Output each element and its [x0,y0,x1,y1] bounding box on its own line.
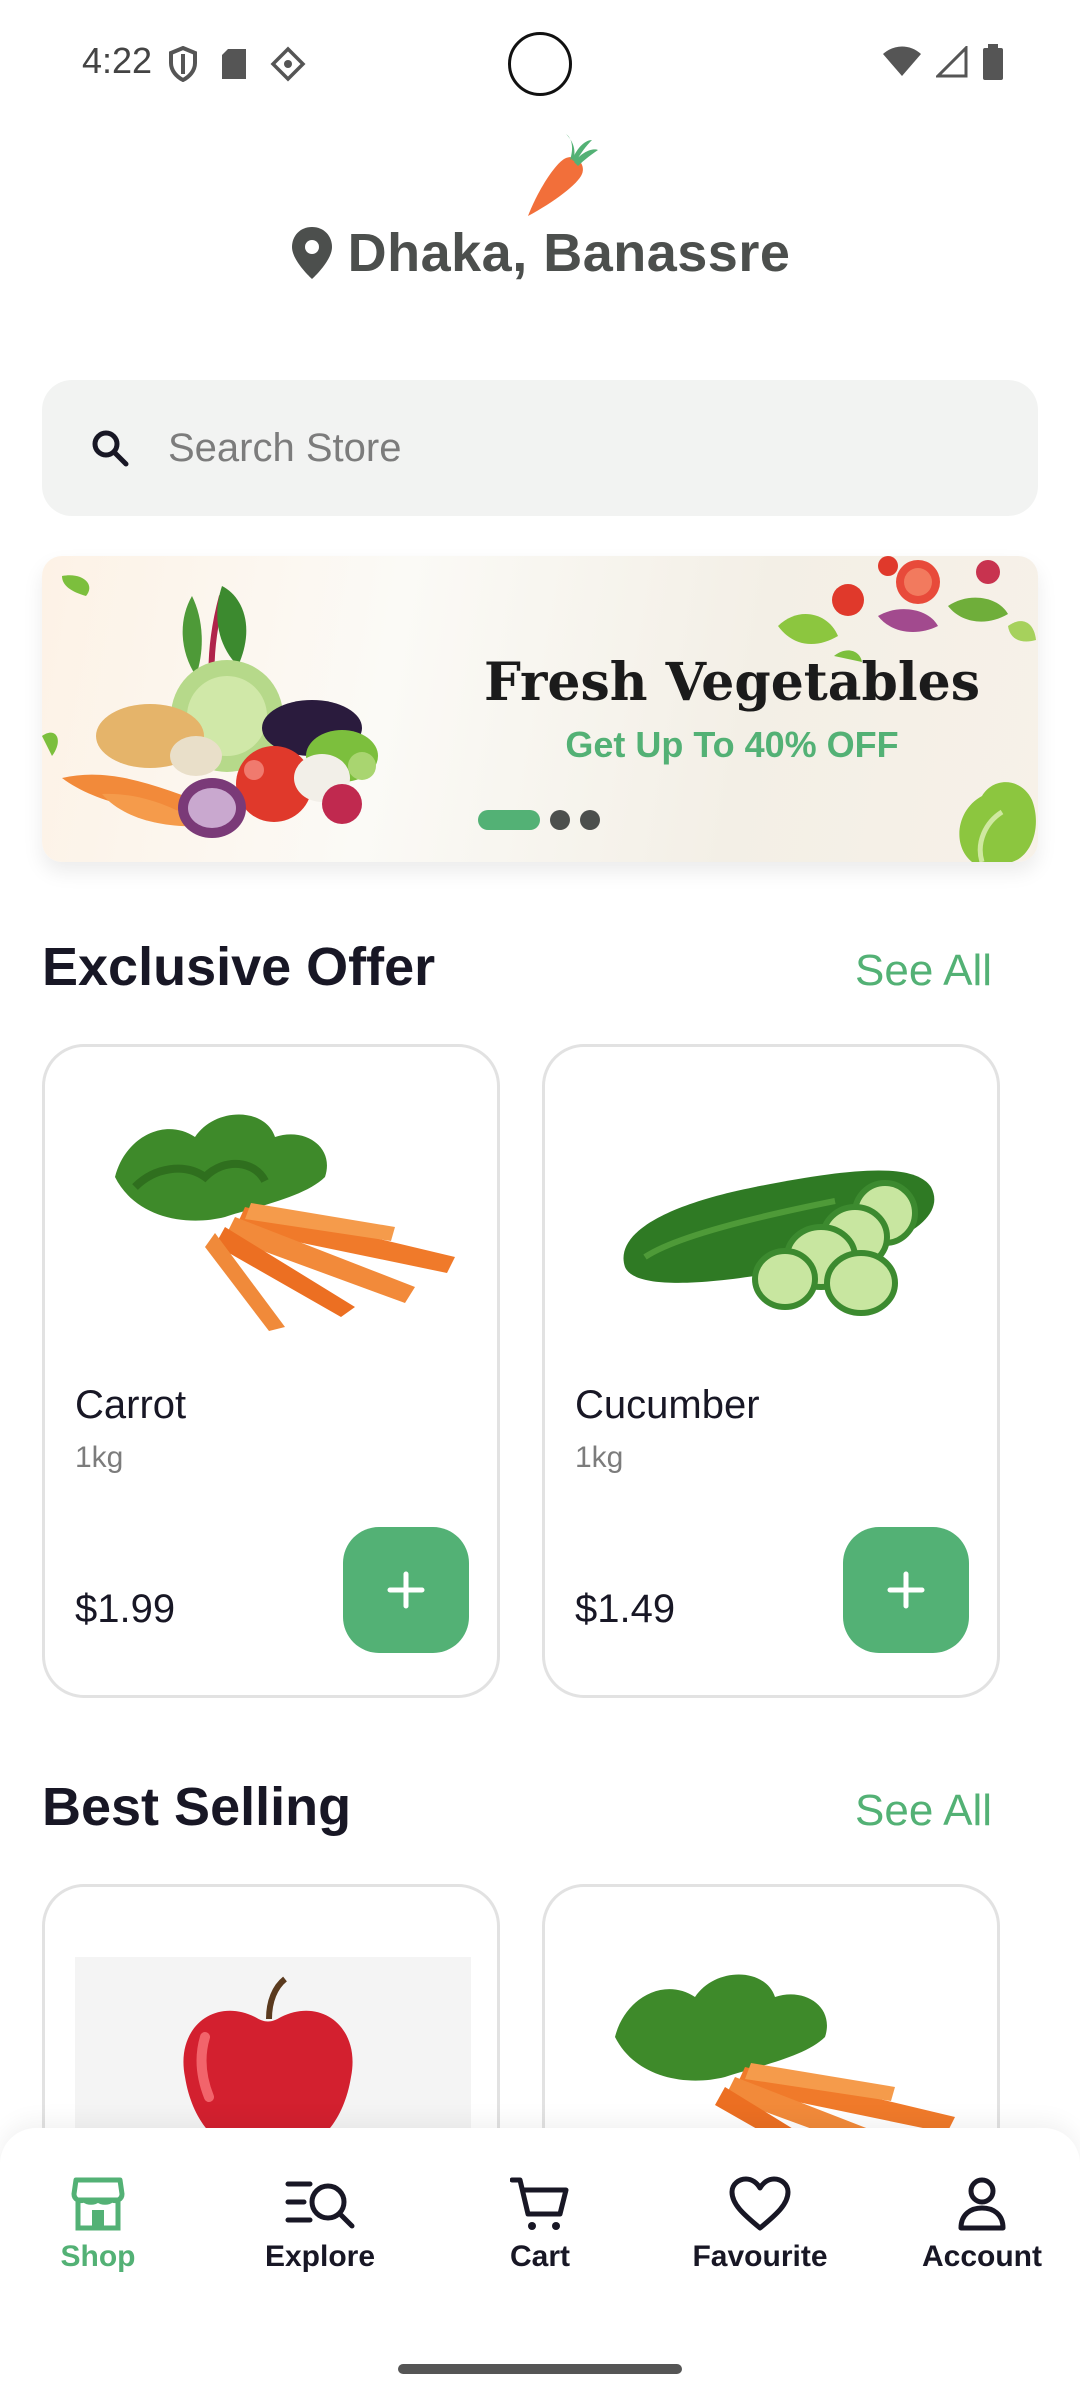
status-icons-left [168,46,306,82]
lettuce-image [959,782,1036,862]
exclusive-offer-see-all-link[interactable]: See All [855,946,992,996]
product-price: $1.99 [75,1587,176,1631]
product-card-cucumber[interactable]: Cucumber 1kg $1.49 [542,1044,1000,1698]
product-unit: 1kg [75,1441,124,1474]
status-time: 4:22 [82,40,153,81]
heart-icon [729,2176,791,2231]
cart-icon [510,2177,569,2230]
cucumber-image [623,1170,935,1316]
account-icon [958,2177,1006,2231]
wifi-icon [883,46,921,76]
add-to-cart-button[interactable] [843,1527,969,1653]
apple-image [75,1957,471,2157]
signal-icon [936,46,968,78]
carousel-dot[interactable] [580,810,600,830]
search-icon [92,430,129,467]
search-bar[interactable] [42,380,1038,516]
product-price: $1.49 [575,1587,676,1631]
salad-image [778,556,1036,662]
location-text: Dhaka, Banassre [347,223,791,283]
vegetables-image [42,575,378,838]
best-selling-title: Best Selling [42,1777,352,1837]
nav-item-shop[interactable]: Shop [0,2176,198,2274]
nav-item-favourite[interactable]: Favourite [660,2176,860,2274]
explore-icon [285,2181,355,2229]
product-card-carrot[interactable]: Carrot 1kg $1.99 [42,1044,500,1698]
banner-subtitle: Get Up To 40% OFF [565,724,899,765]
carrot-image [115,1114,455,1331]
sd-card-icon [222,49,246,79]
promo-banner[interactable]: Fresh Vegetables Get Up To 40% OFF [42,556,1038,862]
nav-item-cart[interactable]: Cart [440,2176,640,2274]
home-indicator[interactable] [398,2364,682,2374]
diamond-icon [270,46,306,82]
carousel-indicator [478,810,600,830]
best-selling-see-all-link[interactable]: See All [855,1786,992,1836]
bottom-navigation: Shop Explore Cart Favourite Account [0,2128,1080,2400]
camera-cutout [508,32,572,96]
search-input[interactable] [168,425,968,471]
shop-icon [71,2177,125,2231]
product-name: Carrot [75,1383,187,1427]
location-selector[interactable]: Dhaka, Banassre [0,222,1080,284]
product-name: Cucumber [575,1383,760,1427]
exclusive-offer-title: Exclusive Offer [42,937,436,997]
nav-label-shop: Shop [60,2240,136,2273]
nav-label-account: Account [922,2240,1042,2273]
carrot-logo-icon [528,134,598,216]
battery-icon [983,44,1003,80]
banner-title: Fresh Vegetables [484,652,980,713]
plus-icon [387,1571,425,1609]
nav-label-favourite: Favourite [692,2240,828,2273]
status-bar: 4:22 [0,0,1080,128]
location-pin-icon [291,227,332,279]
nav-label-explore: Explore [264,2240,376,2273]
nav-label-cart: Cart [509,2240,570,2273]
status-icons-right [882,44,1004,80]
nav-item-explore[interactable]: Explore [220,2176,420,2274]
carousel-dot[interactable] [550,810,570,830]
add-to-cart-button[interactable] [343,1527,469,1653]
plus-icon [887,1571,925,1609]
nav-item-account[interactable]: Account [882,2176,1080,2274]
product-unit: 1kg [575,1441,624,1474]
carousel-dot-active[interactable] [478,810,540,830]
shield-icon [169,46,197,82]
